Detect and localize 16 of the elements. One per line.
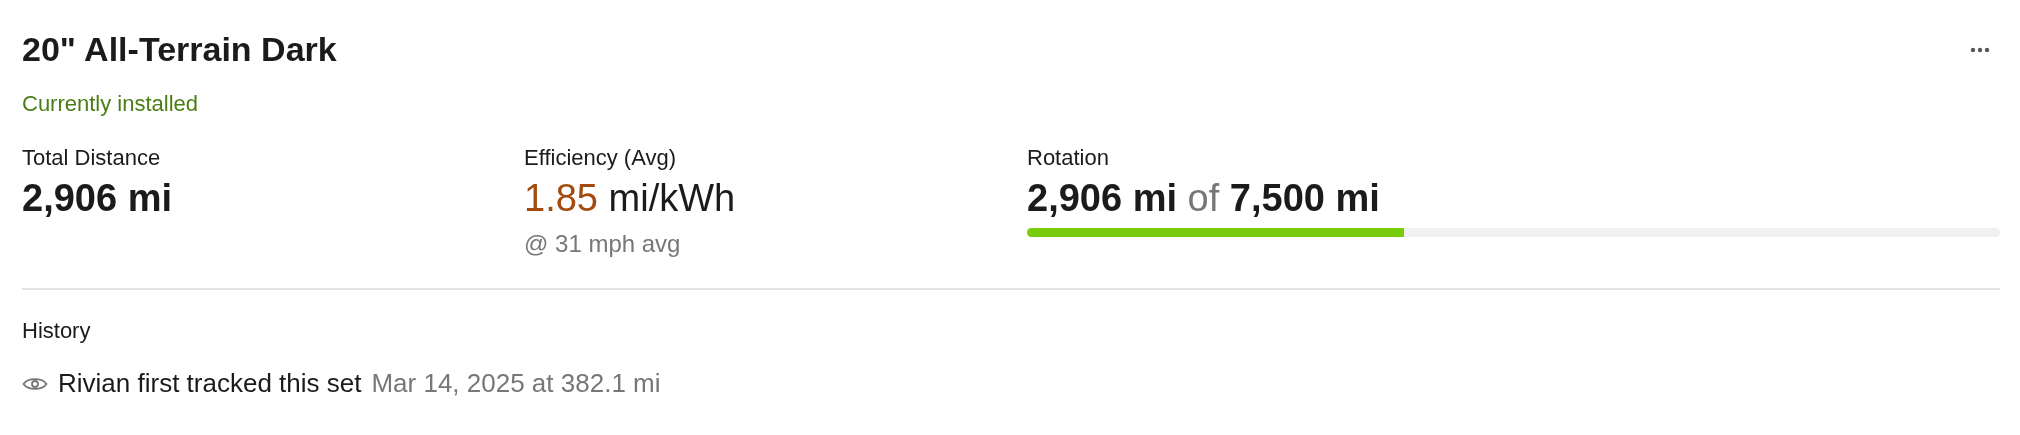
event-date: Mar 14, 2025 at 382.1 mi [371, 368, 661, 399]
stat-label: Total Distance [22, 145, 162, 171]
efficiency-unit: mi/kWh [608, 177, 736, 219]
card-title: 20" All-Terrain Dark [22, 30, 337, 69]
stat-label: Rotation [1027, 145, 1110, 171]
speed-note: @ 31 mph avg [524, 230, 682, 258]
efficiency-value: 1.85 [524, 177, 598, 219]
stat-value: 2,906 mi [22, 177, 172, 219]
rotation-value: 2,906 mi [1027, 177, 1177, 219]
rotation-total: 7,500 mi [1229, 177, 1380, 219]
eye-icon [22, 375, 48, 392]
history-heading: History [22, 318, 92, 344]
stat-label: Efficiency (Avg) [524, 145, 678, 171]
of-word: of [1187, 177, 1220, 219]
install-status: Currently installed [22, 91, 200, 117]
history-event: Rivian first tracked this set [58, 368, 362, 399]
